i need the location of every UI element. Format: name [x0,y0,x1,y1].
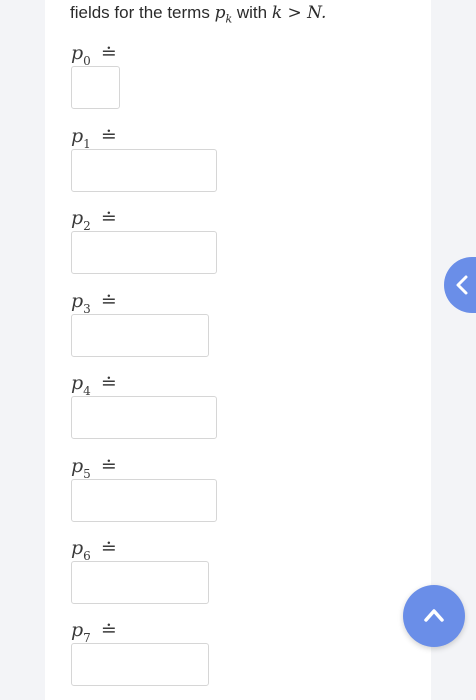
scroll-to-top-button[interactable] [403,585,465,647]
intro-condition: k > N. [271,3,327,23]
term-label-p2: p2 ≐ [71,207,117,233]
term-label-p3: p3 ≐ [71,290,117,316]
answer-input-p6[interactable] [71,561,209,604]
intro-text: fields for the terms pk with k > N. [70,3,326,25]
answer-input-p0[interactable] [71,66,120,109]
term-label-p6: p6 ≐ [71,537,117,563]
term-label-p7: p7 ≐ [71,619,117,645]
term-label-p4: p4 ≐ [71,372,117,398]
answer-input-p3[interactable] [71,314,209,357]
answer-input-p2[interactable] [71,231,217,274]
answer-input-p4[interactable] [71,396,217,439]
side-panel-toggle-button[interactable] [444,257,476,313]
term-label-p0: p0 ≐ [71,42,117,68]
chevron-up-icon [424,609,444,622]
intro-with: with [236,3,268,22]
answer-input-p1[interactable] [71,149,217,192]
intro-lead: fields for the terms [70,3,210,22]
term-label-p5: p5 ≐ [71,455,117,481]
answer-input-p5[interactable] [71,479,217,522]
chevron-left-icon [456,275,468,295]
term-label-p1: p1 ≐ [71,125,117,151]
intro-term: pk [214,3,233,26]
answer-input-p7[interactable] [71,643,209,686]
page: fields for the terms pk with k > N. p0 ≐ … [0,0,476,700]
